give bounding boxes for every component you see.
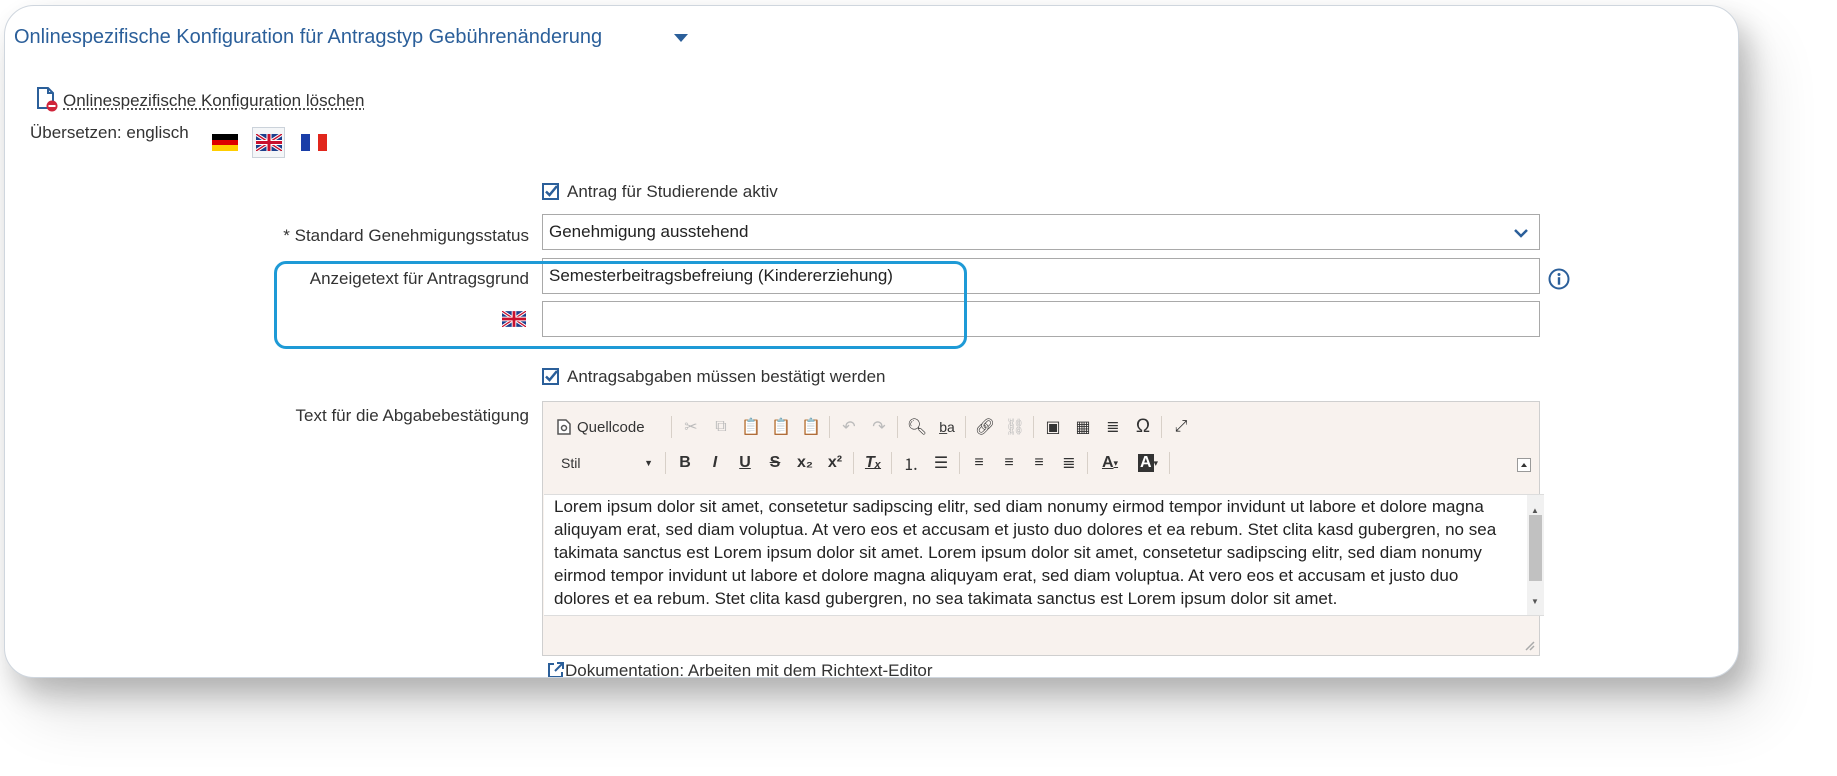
translate-label: Übersetzen: englisch (30, 123, 189, 142)
delete-config-label: Onlinespezifische Konfiguration löschen (63, 91, 365, 110)
delete-config-link[interactable]: Onlinespezifische Konfiguration löschen (35, 86, 364, 112)
maximize-icon[interactable]: ⤢ (1167, 414, 1195, 440)
delete-document-icon (37, 87, 58, 112)
source-icon (557, 419, 571, 435)
flag-fr-icon[interactable] (301, 134, 327, 151)
horizontal-rule-icon[interactable]: ≣ (1099, 414, 1127, 440)
confirm-checkbox[interactable] (542, 368, 559, 385)
external-link-icon (548, 662, 564, 677)
replace-icon[interactable]: b̲a (933, 414, 961, 440)
active-checkbox[interactable] (542, 183, 559, 200)
unlink-icon[interactable]: ⛓ (1001, 414, 1029, 440)
style-label: Stil (561, 455, 581, 471)
editor-content: Lorem ipsum dolor sit amet, consetetur s… (554, 497, 1497, 608)
editor-toolbar-row-2: Stil ▼ B I U S x₂ x² Tₓ ⒈ ☰ ≡ ≡ ≡ ≣ A ▾ A… (543, 446, 1541, 480)
copy-icon[interactable]: ⧉ (707, 414, 735, 440)
documentation-link[interactable]: Dokumentation: Arbeiten mit dem Richtext… (547, 661, 933, 678)
editor-toolbar-row-1: Quellcode ✂ ⧉ 📋 📋 📋 ↶ ↷ 🔍︎ b̲a 🔗︎ ⛓ ▣ ▦ … (543, 410, 1541, 444)
bold-icon[interactable]: B (671, 450, 699, 476)
paste-word-icon[interactable]: 📋 (797, 414, 825, 440)
align-right-icon[interactable]: ≡ (1025, 450, 1053, 476)
remove-format-icon[interactable]: Tₓ (859, 450, 887, 476)
active-checkbox-label: Antrag für Studierende aktiv (567, 182, 778, 201)
scroll-down-icon[interactable]: ▼ (1531, 590, 1539, 613)
paste-text-icon[interactable]: 📋 (767, 414, 795, 440)
strikethrough-icon[interactable]: S (761, 450, 789, 476)
highlight-frame (274, 261, 967, 349)
scrollbar-thumb[interactable] (1529, 515, 1542, 581)
status-select[interactable]: Genehmigung ausstehend (542, 214, 1540, 250)
collapse-toolbar-icon[interactable] (1517, 458, 1531, 472)
flag-en-selected[interactable] (252, 127, 285, 158)
redo-icon[interactable]: ↷ (865, 414, 893, 440)
bullet-list-icon[interactable]: ☰ (927, 450, 955, 476)
status-value: Genehmigung ausstehend (549, 222, 749, 241)
source-label: Quellcode (577, 418, 645, 436)
status-label: * Standard Genehmigungsstatus (283, 226, 529, 245)
superscript-icon[interactable]: x² (821, 450, 849, 476)
table-icon[interactable]: ▦ (1069, 414, 1097, 440)
confirmation-text-label: Text für die Abgabebestätigung (295, 406, 529, 425)
style-select[interactable]: Stil ▼ (555, 450, 659, 476)
underline-icon[interactable]: U (731, 450, 759, 476)
italic-icon[interactable]: I (701, 450, 729, 476)
chevron-down-icon (1514, 229, 1528, 238)
caret-down-icon: ▼ (644, 458, 653, 468)
align-center-icon[interactable]: ≡ (995, 450, 1023, 476)
text-color-icon[interactable]: A ▾ (1093, 450, 1127, 476)
bg-color-icon[interactable]: A ▾ (1131, 450, 1165, 476)
link-icon[interactable]: 🔗︎ (971, 414, 999, 440)
editor-content-area[interactable]: Lorem ipsum dolor sit amet, consetetur s… (544, 494, 1544, 616)
flag-de-icon[interactable] (212, 134, 238, 151)
cut-icon[interactable]: ✂ (677, 414, 705, 440)
section-title[interactable]: Onlinespezifische Konfiguration für Antr… (14, 26, 602, 49)
paste-icon[interactable]: 📋 (737, 414, 765, 440)
rich-text-editor: Quellcode ✂ ⧉ 📋 📋 📋 ↶ ↷ 🔍︎ b̲a 🔗︎ ⛓ ▣ ▦ … (542, 401, 1544, 656)
resize-handle-icon[interactable] (1523, 639, 1535, 651)
documentation-link-label: Dokumentation: Arbeiten mit dem Richtext… (565, 661, 933, 678)
flag-en-icon (256, 134, 282, 151)
config-panel: Onlinespezifische Konfiguration für Antr… (4, 5, 1739, 678)
image-icon[interactable]: ▣ (1039, 414, 1067, 440)
confirm-checkbox-label: Antragsabgaben müssen bestätigt werden (567, 367, 886, 386)
info-icon[interactable] (1548, 268, 1570, 290)
numbered-list-icon[interactable]: ⒈ (897, 450, 925, 476)
source-button[interactable]: Quellcode (557, 414, 645, 440)
subscript-icon[interactable]: x₂ (791, 450, 819, 476)
chevron-down-icon[interactable] (671, 30, 691, 46)
undo-icon[interactable]: ↶ (835, 414, 863, 440)
align-justify-icon[interactable]: ≣ (1055, 450, 1083, 476)
editor-scrollbar[interactable]: ▲ ▼ (1527, 495, 1544, 615)
special-char-icon[interactable]: Ω (1129, 414, 1157, 440)
find-icon[interactable]: 🔍︎ (903, 414, 931, 440)
align-left-icon[interactable]: ≡ (965, 450, 993, 476)
